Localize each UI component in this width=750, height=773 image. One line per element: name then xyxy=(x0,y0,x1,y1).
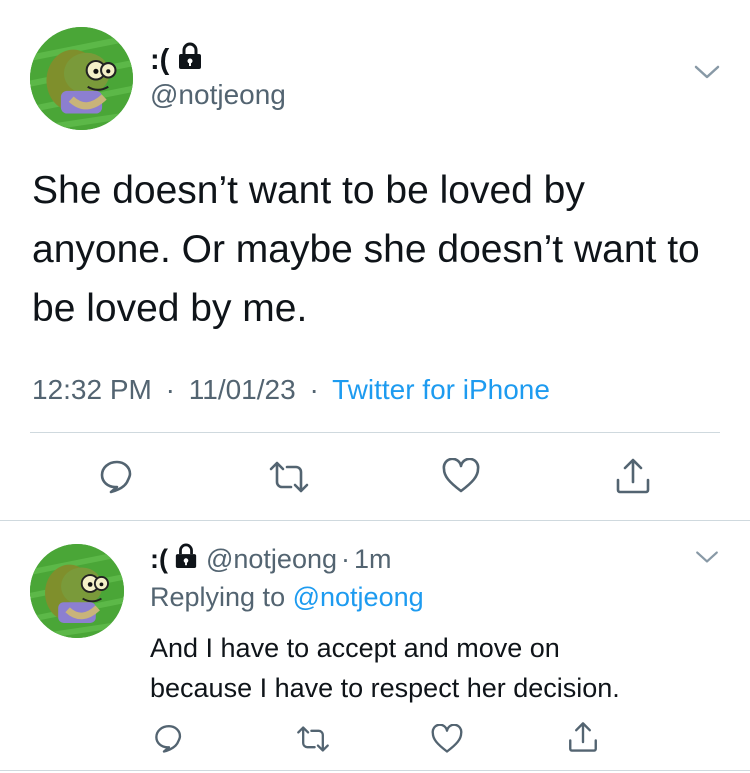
reply-header: :( @notjeong · 1m xyxy=(150,541,392,577)
reply-button[interactable] xyxy=(153,722,185,754)
tweet-line: And I have to accept and move on xyxy=(150,633,560,663)
retweet-button[interactable] xyxy=(267,460,311,494)
retweet-icon xyxy=(269,461,309,493)
like-button[interactable] xyxy=(441,458,481,494)
heart-icon xyxy=(442,458,480,493)
reply-handle[interactable]: @notjeong xyxy=(206,544,337,575)
share-button[interactable] xyxy=(566,720,600,754)
lock-icon xyxy=(174,543,198,576)
retweet-button[interactable] xyxy=(295,725,331,753)
replying-to-link[interactable]: @notjeong xyxy=(293,582,424,612)
share-icon xyxy=(569,722,597,752)
meta-separator: · xyxy=(309,374,319,405)
tweet-time: 12:32 PM xyxy=(32,374,152,405)
replying-prefix: Replying to xyxy=(150,582,286,612)
tweet-line: be loved by me. xyxy=(32,287,308,330)
reply-age: 1m xyxy=(354,543,392,574)
section-divider xyxy=(0,520,750,521)
retweet-icon xyxy=(297,726,329,752)
replying-to: Replying to @notjeong xyxy=(150,582,424,613)
main-chevron-down-icon[interactable] xyxy=(693,63,721,81)
main-avatar[interactable] xyxy=(30,27,133,130)
share-icon xyxy=(616,458,650,494)
like-button[interactable] xyxy=(430,724,464,754)
share-button[interactable] xyxy=(613,456,653,496)
meta-separator: · xyxy=(165,374,175,405)
tweet-date: 11/01/23 xyxy=(188,374,296,405)
lock-icon xyxy=(177,42,203,78)
main-tweet-text: She doesn’t want to be loved by anyone. … xyxy=(32,161,732,338)
tweet-line: She doesn’t want to be loved by xyxy=(32,169,585,212)
main-handle[interactable]: @notjeong xyxy=(150,79,286,111)
tweet-line: because I have to respect her decision. xyxy=(150,673,620,703)
bottom-divider xyxy=(0,770,750,771)
reply-button[interactable] xyxy=(98,457,136,495)
fish-character-avatar-icon xyxy=(30,27,133,130)
meta-separator: · xyxy=(341,543,350,574)
reply-chevron-down-icon[interactable] xyxy=(694,549,720,565)
reply-tweet-text: And I have to accept and move on because… xyxy=(150,628,620,708)
display-name-text: :( xyxy=(150,43,170,76)
reply-display-name[interactable]: :( xyxy=(150,544,168,575)
divider xyxy=(30,432,720,433)
tweet-source-link[interactable]: Twitter for iPhone xyxy=(332,374,550,405)
tweet-metadata: 12:32 PM · 11/01/23 · Twitter for iPhone xyxy=(32,374,550,406)
comment-icon xyxy=(100,460,132,494)
main-display-name[interactable]: :( xyxy=(150,42,203,78)
heart-icon xyxy=(431,724,463,753)
comment-icon xyxy=(155,725,182,753)
reply-avatar[interactable] xyxy=(30,544,124,638)
fish-character-avatar-icon xyxy=(30,544,124,638)
tweet-line: anyone. Or maybe she doesn’t want to xyxy=(32,228,700,271)
